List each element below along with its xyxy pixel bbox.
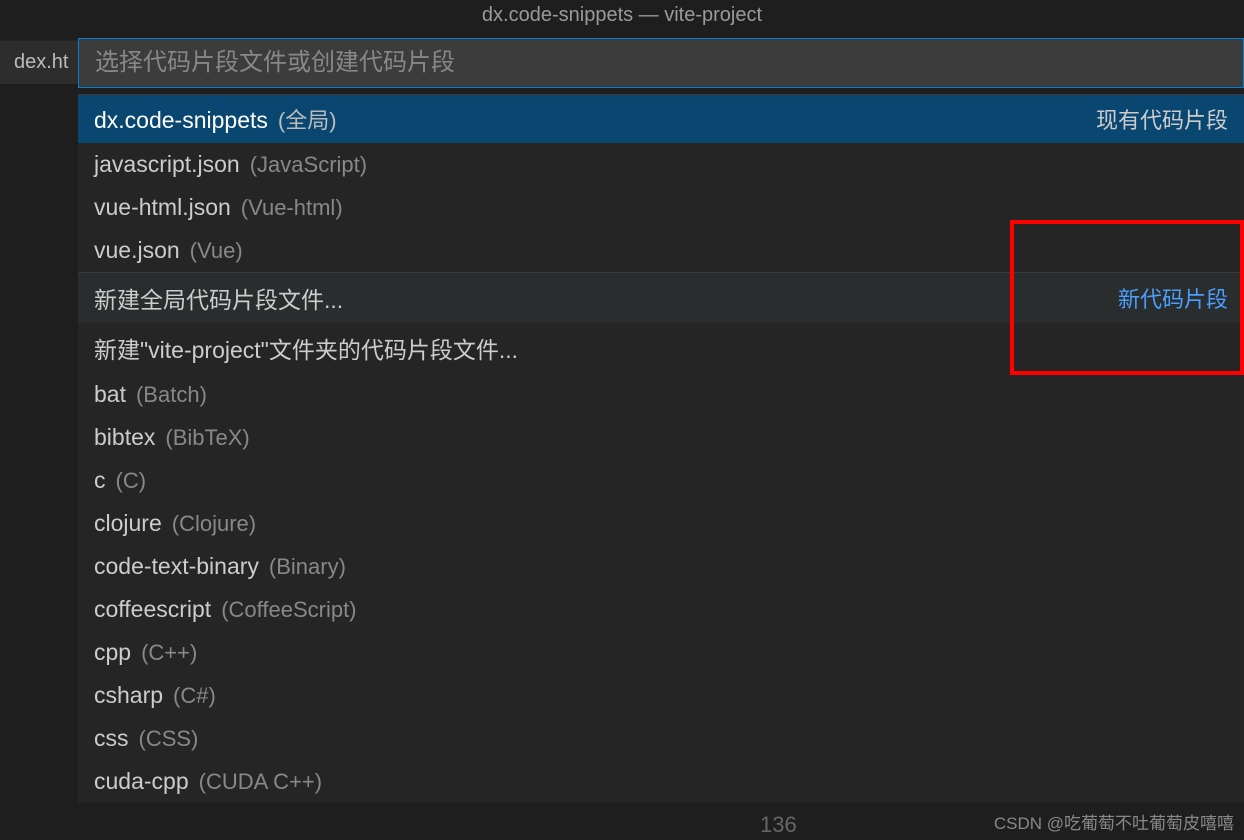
option-left: dx.code-snippets (全局) [94, 103, 337, 135]
window-title-bar: dx.code-snippets — vite-project [0, 0, 1244, 30]
option-sublabel: (Clojure) [172, 511, 256, 537]
quick-input-widget [78, 38, 1244, 88]
option-left: c (C) [94, 467, 146, 494]
option-label: 新建全局代码片段文件... [94, 281, 343, 315]
snippet-option[interactable]: clojure (Clojure) [78, 502, 1244, 545]
snippet-option[interactable]: c (C) [78, 459, 1244, 502]
option-label: csharp [94, 682, 163, 709]
snippet-option[interactable]: vue-html.json (Vue-html) [78, 186, 1244, 229]
option-label: clojure [94, 510, 162, 537]
option-sublabel: (C#) [173, 683, 216, 709]
option-left: bibtex (BibTeX) [94, 424, 250, 451]
option-label: vue.json [94, 237, 180, 264]
snippet-option[interactable]: bibtex (BibTeX) [78, 416, 1244, 459]
option-label: coffeescript [94, 596, 211, 623]
snippet-option[interactable]: 新建全局代码片段文件... 新代码片段 [78, 272, 1244, 323]
option-left: cuda-cpp (CUDA C++) [94, 768, 322, 795]
snippet-search-input[interactable] [79, 39, 1243, 87]
option-sublabel: (Vue) [190, 238, 243, 264]
option-left: clojure (Clojure) [94, 510, 256, 537]
option-left: javascript.json (JavaScript) [94, 151, 367, 178]
option-label: c [94, 467, 106, 494]
snippet-option[interactable]: dx.code-snippets (全局) 现有代码片段 [78, 95, 1244, 143]
option-sublabel: (全局) [278, 103, 337, 135]
option-sublabel: (BibTeX) [165, 425, 249, 451]
snippet-option[interactable]: bat (Batch) [78, 373, 1244, 416]
option-sublabel: (C) [116, 468, 147, 494]
option-sublabel: (C++) [141, 640, 197, 666]
option-sublabel: (Vue-html) [241, 195, 343, 221]
option-label: code-text-binary [94, 553, 259, 580]
snippet-option[interactable]: code-text-binary (Binary) [78, 545, 1244, 588]
option-sublabel: (Batch) [136, 382, 207, 408]
option-left: bat (Batch) [94, 381, 207, 408]
snippet-dropdown-list: dx.code-snippets (全局) 现有代码片段 javascript.jso… [78, 94, 1244, 803]
option-sublabel: (JavaScript) [250, 152, 367, 178]
snippet-option[interactable]: javascript.json (JavaScript) [78, 143, 1244, 186]
option-category-label: 新代码片段 [1118, 282, 1228, 314]
watermark-text: CSDN @吃葡萄不吐葡萄皮嘻嘻 [994, 809, 1234, 834]
option-label: cpp [94, 639, 131, 666]
snippet-option[interactable]: csharp (C#) [78, 674, 1244, 717]
option-left: cpp (C++) [94, 639, 197, 666]
option-label: cuda-cpp [94, 768, 189, 795]
option-left: vue-html.json (Vue-html) [94, 194, 343, 221]
option-label: css [94, 725, 129, 752]
option-sublabel: (CSS) [139, 726, 199, 752]
window-title: dx.code-snippets — vite-project [482, 4, 762, 27]
editor-tabs: dex.ht [0, 40, 82, 84]
tab-index[interactable]: dex.ht [0, 40, 82, 84]
option-label: bibtex [94, 424, 155, 451]
option-category-label: 现有代码片段 [1096, 103, 1228, 135]
option-label: vue-html.json [94, 194, 231, 221]
snippet-option[interactable]: coffeescript (CoffeeScript) [78, 588, 1244, 631]
snippet-option[interactable]: vue.json (Vue) [78, 229, 1244, 272]
editor-line-number: 136 [760, 812, 797, 838]
option-left: coffeescript (CoffeeScript) [94, 596, 357, 623]
option-left: 新建全局代码片段文件... [94, 281, 343, 315]
option-left: csharp (C#) [94, 682, 216, 709]
option-label: bat [94, 381, 126, 408]
snippet-option[interactable]: cpp (C++) [78, 631, 1244, 674]
option-left: 新建"vite-project"文件夹的代码片段文件... [94, 331, 518, 365]
option-label: dx.code-snippets [94, 107, 268, 134]
snippet-option[interactable]: cuda-cpp (CUDA C++) [78, 760, 1244, 803]
option-left: vue.json (Vue) [94, 237, 243, 264]
option-sublabel: (CUDA C++) [199, 769, 322, 795]
option-sublabel: (CoffeeScript) [221, 597, 356, 623]
option-left: css (CSS) [94, 725, 198, 752]
option-label: javascript.json [94, 151, 240, 178]
option-left: code-text-binary (Binary) [94, 553, 346, 580]
snippet-option[interactable]: 新建"vite-project"文件夹的代码片段文件... [78, 323, 1244, 373]
tab-label: dex.ht [14, 51, 68, 73]
snippet-option[interactable]: css (CSS) [78, 717, 1244, 760]
option-label: 新建"vite-project"文件夹的代码片段文件... [94, 331, 518, 365]
option-sublabel: (Binary) [269, 554, 346, 580]
